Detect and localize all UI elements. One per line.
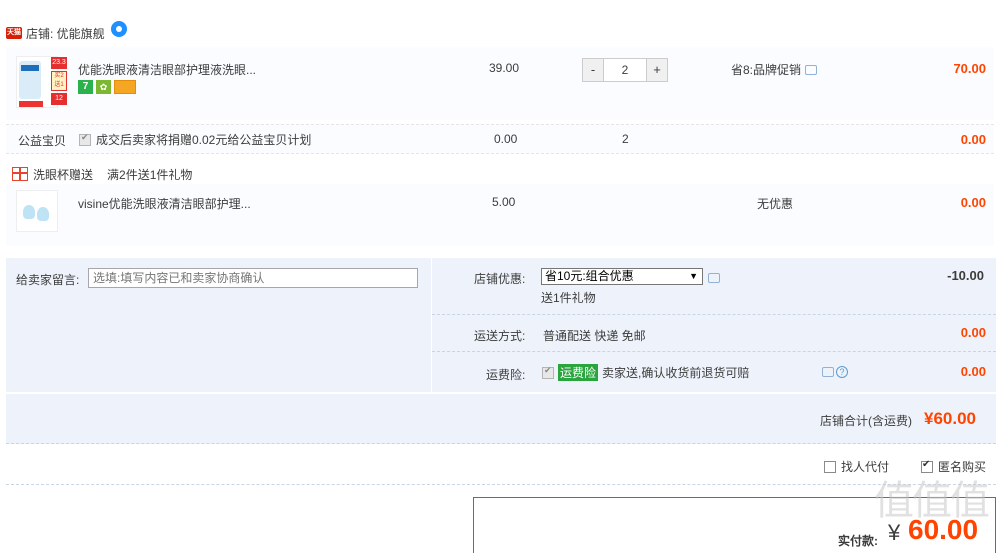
shop-discount-amount: -10.00 bbox=[947, 268, 984, 283]
comment-icon[interactable] bbox=[822, 367, 834, 377]
promo-text: 省8:品牌促销 bbox=[731, 63, 802, 77]
shop-total-value: ¥60.00 bbox=[924, 409, 976, 428]
row-divider bbox=[432, 351, 996, 352]
quantity-stepper: - + bbox=[582, 58, 668, 82]
gift-icon bbox=[12, 167, 28, 181]
insurance-label: 运费险: bbox=[486, 368, 526, 382]
comment-icon[interactable] bbox=[708, 273, 720, 283]
promo-info: 省8:品牌促销 bbox=[731, 61, 818, 78]
row-divider bbox=[432, 314, 996, 315]
tmall-badge: 天猫 bbox=[6, 27, 22, 39]
charity-price: 0.00 bbox=[494, 132, 518, 146]
seven-day-return-icon[interactable]: 7 bbox=[78, 80, 93, 94]
item-subtotal: 70.00 bbox=[953, 61, 986, 76]
charity-text: 成交后卖家将捐赠0.02元给公益宝贝计划 bbox=[96, 133, 312, 147]
insurance-checkbox bbox=[542, 365, 554, 379]
product-title-link[interactable]: 优能洗眼液清洁眼部护理液洗眼... bbox=[78, 61, 256, 78]
message-input[interactable] bbox=[88, 268, 418, 288]
cart-item-row bbox=[6, 184, 994, 246]
proxy-pay-checkbox[interactable] bbox=[824, 460, 836, 473]
payment-value: 60.00 bbox=[908, 514, 979, 545]
gift-rule: 满2件送1件礼物 bbox=[107, 167, 193, 182]
unit-price: 39.00 bbox=[489, 61, 520, 75]
shop-total-label: 店铺合计(含运费) bbox=[820, 414, 912, 428]
insurance-info: 运费险 卖家送,确认收货前退货可赔 bbox=[542, 364, 749, 381]
promo-badge: 买2送1 bbox=[51, 71, 67, 91]
insurance-amount: 0.00 bbox=[960, 364, 986, 379]
gift-header: 洗眼杯赠送 满2件送1件礼物 bbox=[12, 164, 192, 184]
shop-discount-sub: 送1件礼物 bbox=[541, 291, 596, 305]
shipping-label: 运送方式: bbox=[474, 329, 526, 343]
comment-icon[interactable] bbox=[805, 64, 818, 75]
shop-discount-label: 店铺优惠: bbox=[474, 272, 526, 286]
shipping-amount: 0.00 bbox=[960, 325, 986, 340]
help-icon[interactable]: ? bbox=[836, 366, 848, 378]
shop-discount-selected: 省10元:组合优惠 bbox=[545, 269, 634, 283]
shipping-value: 普通配送 快递 免邮 bbox=[543, 329, 646, 343]
gift-title-link[interactable]: visine优能洗眼液清洁眼部护理... bbox=[78, 195, 251, 212]
guarantee-icon[interactable]: ✿ bbox=[96, 80, 111, 94]
wangwang-chat-icon[interactable] bbox=[110, 21, 127, 37]
shop-discount-select[interactable]: 省10元:组合优惠 ▼ bbox=[541, 268, 703, 285]
cart-item-row bbox=[6, 47, 994, 120]
insurance-text: 卖家送,确认收货前退货可赔 bbox=[602, 366, 750, 380]
insurance-icons: ? bbox=[822, 366, 848, 378]
qty-minus-button[interactable]: - bbox=[583, 59, 603, 81]
qty-input[interactable] bbox=[603, 59, 647, 81]
gift-thumbnail[interactable] bbox=[16, 190, 58, 232]
divider bbox=[431, 258, 432, 392]
thumbnail-badges: 23.3 买2送1 12 bbox=[51, 57, 67, 107]
count-badge: 12 bbox=[51, 93, 67, 105]
charity-info: 成交后卖家将捐赠0.02元给公益宝贝计划 bbox=[79, 131, 311, 148]
charity-qty: 2 bbox=[622, 132, 629, 146]
shop-header: 天猫 店铺: 优能旗舰 bbox=[6, 21, 127, 44]
card-icon[interactable] bbox=[114, 80, 136, 94]
payment-label: 实付款: bbox=[838, 534, 878, 548]
charity-label: 公益宝贝 bbox=[18, 134, 67, 148]
service-icons: 7 ✿ bbox=[78, 80, 136, 94]
message-label: 给卖家留言: bbox=[16, 273, 80, 287]
chevron-down-icon: ▼ bbox=[689, 271, 698, 281]
shop-name-link[interactable]: 店铺: 优能旗舰 bbox=[26, 25, 105, 42]
insurance-tag: 运费险 bbox=[558, 364, 599, 381]
gift-name: 洗眼杯赠送 bbox=[33, 167, 94, 182]
price-badge: 23.3 bbox=[51, 57, 67, 69]
payment-currency: ¥ bbox=[888, 520, 901, 545]
qty-plus-button[interactable]: + bbox=[647, 59, 667, 81]
gift-promo: 无优惠 bbox=[757, 197, 794, 211]
gift-subtotal: 0.00 bbox=[960, 195, 986, 210]
charity-checkbox bbox=[79, 132, 91, 146]
gift-price: 5.00 bbox=[492, 195, 516, 209]
charity-subtotal: 0.00 bbox=[960, 132, 986, 147]
row-divider bbox=[6, 484, 996, 485]
